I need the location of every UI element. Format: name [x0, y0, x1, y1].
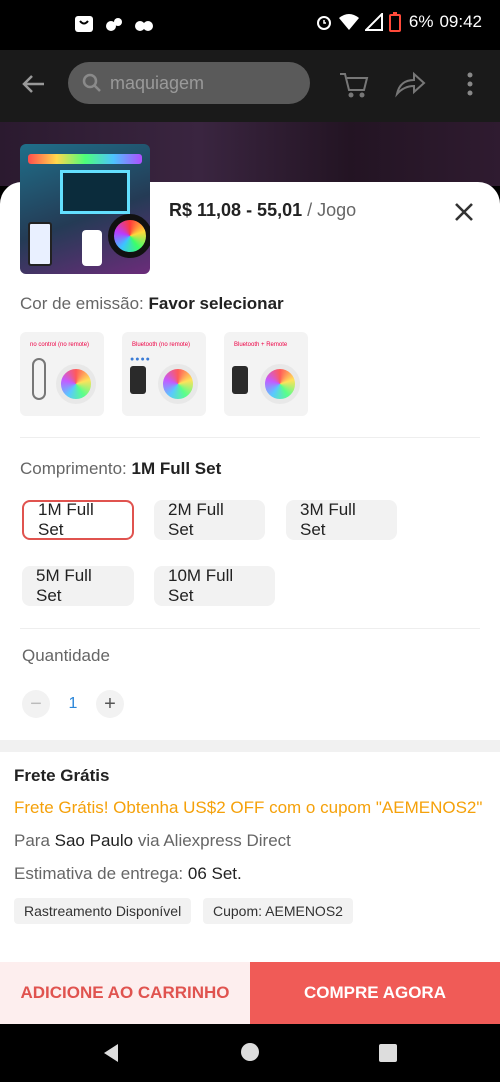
length-option-10m[interactable]: 10M Full Set: [154, 566, 275, 606]
add-to-cart-button[interactable]: ADICIONE AO CARRINHO: [0, 962, 250, 1024]
app-icons-graphic: ●●●●: [130, 356, 151, 363]
search-input[interactable]: maquiagem: [68, 62, 310, 104]
clock: 09:42: [439, 12, 482, 31]
phone-graphic: [232, 366, 248, 394]
phone-graphic: [130, 366, 146, 394]
cable-graphic: [32, 358, 46, 400]
price-range: R$ 11,08 - 55,01 / Jogo: [169, 200, 356, 221]
divider: [20, 437, 480, 438]
coupon-chip[interactable]: Cupom: AEMENOS2: [203, 898, 353, 924]
eta-label: Estimativa de entrega:: [14, 864, 188, 883]
led-reel-graphic: [56, 364, 96, 404]
battery-percent: 6%: [408, 12, 434, 31]
product-thumbnail: [20, 144, 150, 274]
color-option-3[interactable]: Bluetooth + Remote: [224, 332, 308, 416]
notification-icons: [74, 14, 154, 34]
shipping-title: Frete Grátis: [14, 766, 110, 785]
tv-graphic: [60, 170, 130, 214]
led-strip-graphic: [28, 154, 142, 164]
wifi-icon: [338, 14, 359, 30]
color-value: Favor selecionar: [148, 294, 284, 313]
color-label-text: Cor de emissão:: [20, 294, 144, 313]
app-notification-icon: [135, 21, 153, 31]
quantity-label: Quantidade: [22, 646, 110, 665]
length-option-3m[interactable]: 3M Full Set: [286, 500, 397, 540]
quantity-decrement-button[interactable]: −: [22, 690, 50, 718]
destination-city: Sao Paulo: [54, 831, 134, 850]
remote-graphic: [82, 230, 102, 266]
nav-home-icon[interactable]: [241, 1043, 259, 1061]
led-reel-graphic: [108, 214, 150, 258]
eta-value: 06 Set.: [187, 864, 242, 883]
length-option-2m[interactable]: 2M Full Set: [154, 500, 265, 540]
destination-carrier: via Aliexpress Direct: [133, 831, 291, 850]
length-label-text: Comprimento:: [20, 459, 127, 478]
nav-recents-icon[interactable]: [379, 1044, 397, 1062]
navigation-bar: [0, 1024, 500, 1082]
color-label: Cor de emissão: Favor selecionar: [20, 294, 284, 314]
app-header: maquiagem: [0, 50, 500, 122]
battery-icon: [388, 12, 401, 32]
nav-back-icon[interactable]: [100, 1042, 122, 1064]
sku-selection-sheet: R$ 11,08 - 55,01 / Jogo Cor de emissão: …: [0, 182, 500, 1024]
search-placeholder: maquiagem: [110, 72, 205, 93]
shipping-promo: Frete Grátis! Obtenha US$2 OFF com o cup…: [14, 798, 483, 817]
delivery-estimate: Estimativa de entrega: 06 Set.: [14, 864, 242, 884]
buy-now-button[interactable]: COMPRE AGORA: [250, 962, 500, 1024]
status-bar: 6% 09:42: [0, 0, 500, 50]
quantity-increment-button[interactable]: +: [96, 690, 124, 718]
status-right: 6% 09:42: [315, 12, 482, 32]
led-reel-graphic: [158, 364, 198, 404]
app-notification-icon: [106, 18, 122, 31]
shopping-bag-icon: [75, 16, 93, 32]
section-separator: [0, 740, 500, 752]
close-icon[interactable]: [450, 198, 478, 226]
alarm-icon: [316, 16, 331, 30]
signal-icon: [364, 13, 383, 31]
back-arrow-icon[interactable]: [18, 68, 50, 100]
quantity-stepper: − 1 +: [22, 690, 124, 718]
search-icon: [82, 73, 101, 92]
more-options-icon[interactable]: [452, 66, 488, 102]
option-tag: no control (no remote): [30, 342, 90, 348]
length-value: 1M Full Set: [131, 459, 222, 478]
price-unit: / Jogo: [307, 200, 357, 220]
color-options: no control (no remote) Bluetooth (no rem…: [20, 332, 308, 416]
color-option-1[interactable]: no control (no remote): [20, 332, 104, 416]
price-value: R$ 11,08 - 55,01: [169, 200, 303, 220]
tracking-chip: Rastreamento Disponível: [14, 898, 192, 924]
led-reel-graphic: [260, 364, 300, 404]
cart-icon[interactable]: [336, 66, 372, 102]
share-icon[interactable]: [392, 66, 428, 102]
length-label: Comprimento: 1M Full Set: [20, 459, 221, 479]
divider: [20, 628, 480, 629]
option-tag: Bluetooth + Remote: [234, 342, 288, 348]
length-option-1m[interactable]: 1M Full Set: [22, 500, 134, 540]
phone-graphic: [28, 222, 52, 266]
quantity-value[interactable]: 1: [50, 695, 96, 713]
destination-prefix: Para: [14, 831, 55, 850]
color-option-2[interactable]: Bluetooth (no remote) ●●●●: [122, 332, 206, 416]
length-option-5m[interactable]: 5M Full Set: [22, 566, 134, 606]
option-tag: Bluetooth (no remote): [132, 342, 191, 348]
shipping-destination[interactable]: Para Sao Paulo via Aliexpress Direct: [14, 831, 291, 851]
